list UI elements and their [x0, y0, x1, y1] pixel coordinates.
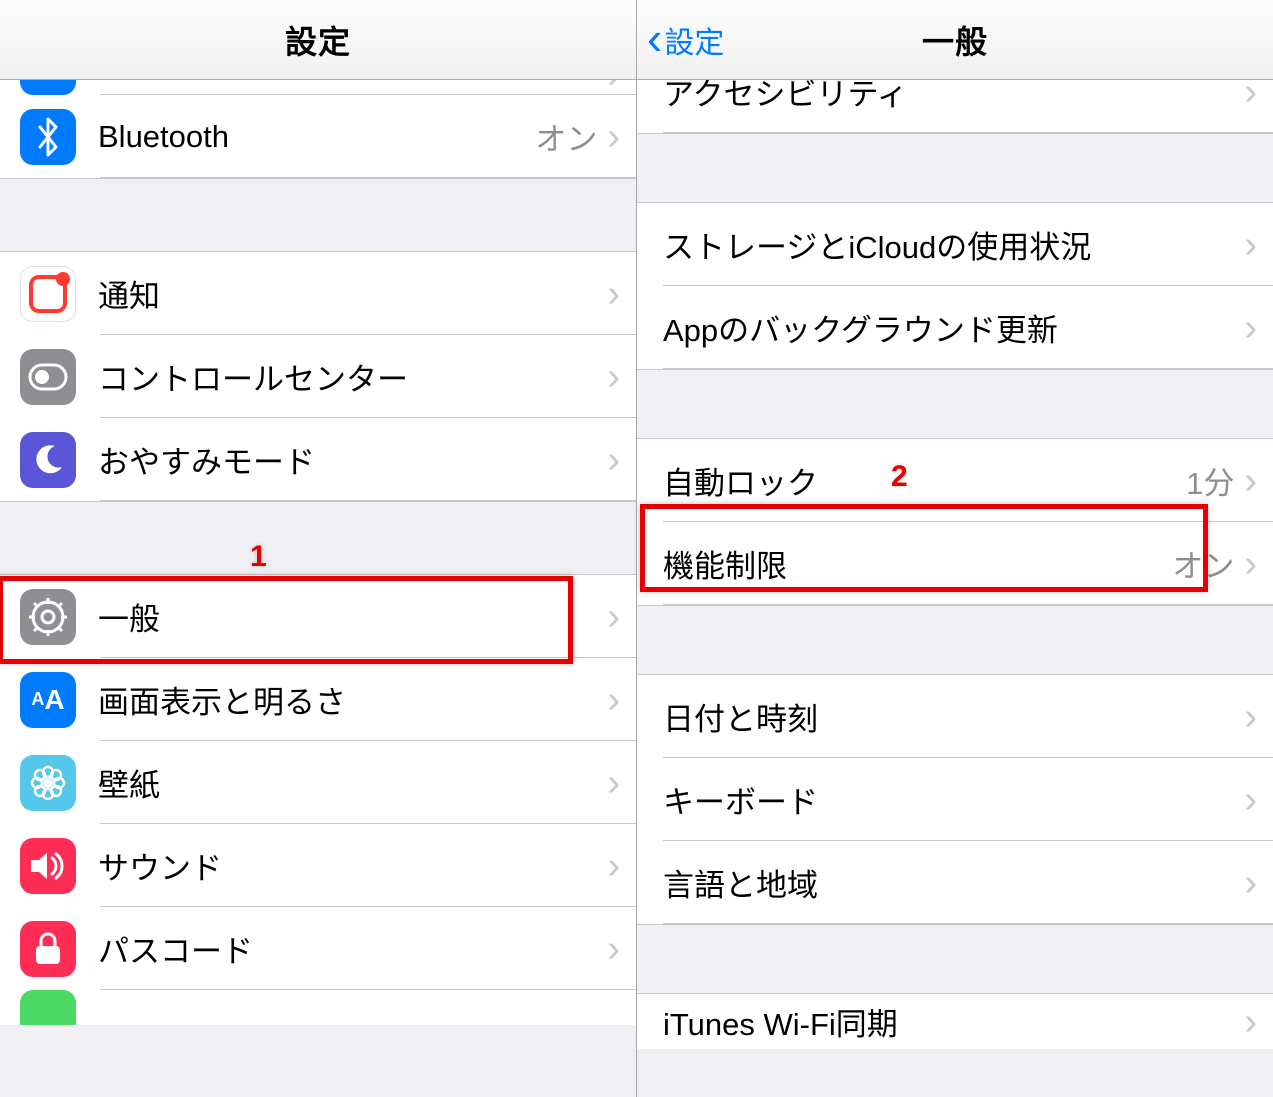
- bluetooth-row[interactable]: Bluetooth オン ›: [0, 95, 636, 178]
- bg-refresh-row[interactable]: Appのバックグラウンド更新 ›: [637, 286, 1273, 369]
- display-label: 画面表示と明るさ: [98, 677, 607, 722]
- general-row[interactable]: 一般 ›: [0, 575, 636, 658]
- flower-icon: [20, 755, 76, 811]
- lock-icon: [20, 921, 76, 977]
- sound-icon: [20, 838, 76, 894]
- left-navbar: 設定: [0, 0, 636, 80]
- chevron-right-icon: ›: [607, 275, 620, 313]
- autolock-label: 自動ロック: [663, 458, 1186, 503]
- general-pane: ‹ 設定 一般 アクセシビリティ › ストレージとiCloudの使用状況 ›: [637, 0, 1273, 1097]
- partial-bottom-row[interactable]: [0, 990, 636, 1025]
- storage-label: ストレージとiCloudの使用状況: [663, 222, 1244, 267]
- chevron-right-icon: ›: [1244, 698, 1257, 736]
- gear-icon: [20, 589, 76, 645]
- chevron-left-icon: ‹: [647, 15, 662, 61]
- notifications-row[interactable]: 通知 ›: [0, 252, 636, 335]
- notifications-icon: [20, 266, 76, 322]
- datetime-row[interactable]: 日付と時刻 ›: [637, 675, 1273, 758]
- chevron-right-icon: ›: [1244, 309, 1257, 347]
- control-center-icon: [20, 349, 76, 405]
- chevron-right-icon: ›: [1244, 80, 1257, 111]
- wallpaper-label: 壁紙: [98, 760, 607, 805]
- chevron-right-icon: ›: [1244, 226, 1257, 264]
- language-label: 言語と地域: [663, 860, 1244, 905]
- bluetooth-label: Bluetooth: [98, 119, 535, 155]
- sound-label: サウンド: [98, 843, 607, 888]
- partial-top-row[interactable]: ›: [0, 80, 636, 95]
- restrictions-label: 機能制限: [663, 541, 1172, 586]
- language-row[interactable]: 言語と地域 ›: [637, 841, 1273, 924]
- chevron-right-icon: ›: [1244, 462, 1257, 500]
- storage-row[interactable]: ストレージとiCloudの使用状況 ›: [637, 203, 1273, 286]
- bg-refresh-label: Appのバックグラウンド更新: [663, 305, 1244, 350]
- passcode-row[interactable]: パスコード ›: [0, 907, 636, 990]
- chevron-right-icon: ›: [607, 681, 620, 719]
- chevron-right-icon: ›: [607, 764, 620, 802]
- datetime-label: 日付と時刻: [663, 694, 1244, 739]
- right-navbar: ‹ 設定 一般: [637, 0, 1273, 80]
- dnd-label: おやすみモード: [98, 437, 607, 482]
- passcode-label: パスコード: [98, 926, 607, 971]
- settings-title: 設定: [285, 17, 351, 63]
- control-center-row[interactable]: コントロールセンター ›: [0, 335, 636, 418]
- keyboard-row[interactable]: キーボード ›: [637, 758, 1273, 841]
- accessibility-row[interactable]: アクセシビリティ ›: [637, 80, 1273, 133]
- chevron-right-icon: ›: [607, 930, 620, 968]
- partial-bottom-icon: [20, 990, 76, 1025]
- chevron-right-icon: ›: [607, 598, 620, 636]
- back-button[interactable]: ‹ 設定: [647, 18, 724, 62]
- chevron-right-icon: ›: [607, 80, 620, 94]
- back-label: 設定: [664, 18, 724, 62]
- wallpaper-row[interactable]: 壁紙 ›: [0, 741, 636, 824]
- sound-row[interactable]: サウンド ›: [0, 824, 636, 907]
- chevron-right-icon: ›: [1244, 1003, 1257, 1041]
- partial-top-icon: [20, 80, 76, 95]
- itunes-wifi-label: iTunes Wi-Fi同期: [663, 999, 1244, 1044]
- chevron-right-icon: ›: [607, 441, 620, 479]
- chevron-right-icon: ›: [607, 847, 620, 885]
- general-title: 一般: [922, 17, 988, 63]
- chevron-right-icon: ›: [607, 358, 620, 396]
- bluetooth-value: オン: [535, 114, 597, 159]
- settings-pane: 設定 › Bluetooth オン ›: [0, 0, 637, 1097]
- chevron-right-icon: ›: [1244, 864, 1257, 902]
- chevron-right-icon: ›: [1244, 781, 1257, 819]
- accessibility-label: アクセシビリティ: [663, 80, 1244, 114]
- itunes-wifi-row[interactable]: iTunes Wi-Fi同期 ›: [637, 994, 1273, 1049]
- restrictions-value: オン: [1172, 541, 1234, 586]
- bluetooth-icon: [20, 109, 76, 165]
- general-label: 一般: [98, 594, 607, 639]
- chevron-right-icon: ›: [1244, 545, 1257, 583]
- control-center-label: コントロールセンター: [98, 354, 607, 399]
- moon-icon: [20, 432, 76, 488]
- notifications-label: 通知: [98, 271, 607, 316]
- autolock-row[interactable]: 自動ロック 1分 ›: [637, 439, 1273, 522]
- display-row[interactable]: AA 画面表示と明るさ ›: [0, 658, 636, 741]
- chevron-right-icon: ›: [607, 118, 620, 156]
- aa-icon: AA: [20, 672, 76, 728]
- restrictions-row[interactable]: 機能制限 オン ›: [637, 522, 1273, 605]
- autolock-value: 1分: [1186, 458, 1234, 503]
- dnd-row[interactable]: おやすみモード ›: [0, 418, 636, 501]
- keyboard-label: キーボード: [663, 777, 1244, 822]
